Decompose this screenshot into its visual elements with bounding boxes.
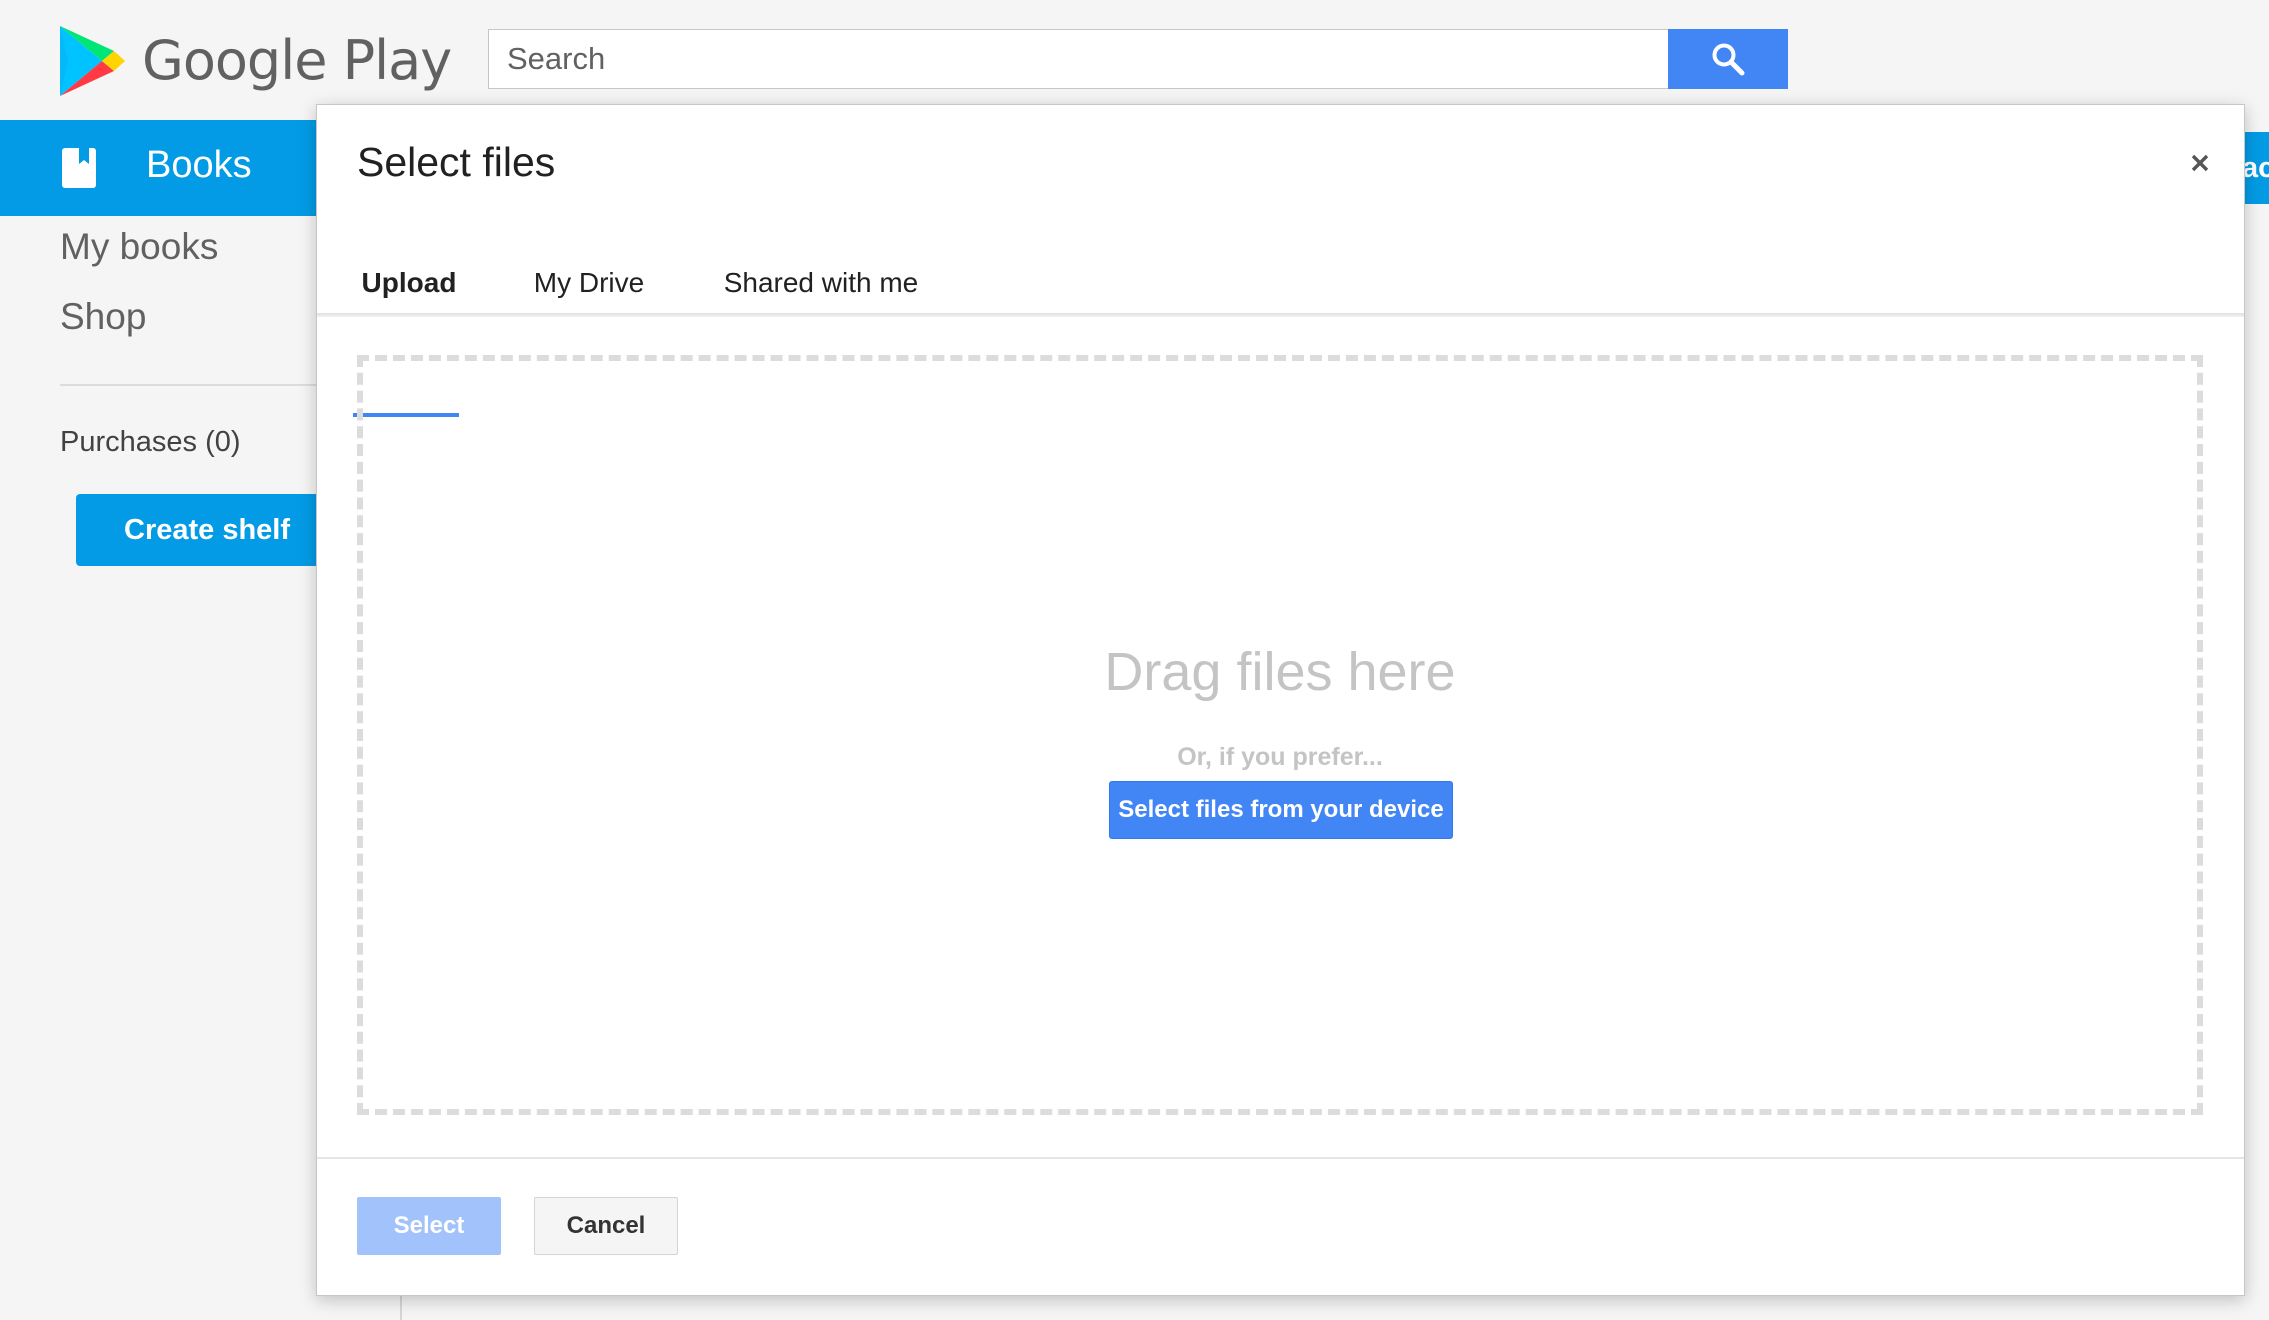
- background-divider: [400, 1296, 402, 1320]
- tab-shared-with-me[interactable]: Shared with me: [703, 249, 939, 317]
- prefer-text: Or, if you prefer...: [1177, 743, 1383, 771]
- create-shelf-button[interactable]: Create shelf: [76, 494, 336, 566]
- sidebar-divider: [60, 384, 330, 386]
- sidebar-item-label: Books: [146, 144, 252, 186]
- cancel-button[interactable]: Cancel: [534, 1197, 678, 1255]
- tab-my-drive[interactable]: My Drive: [519, 249, 659, 317]
- select-files-from-device-button[interactable]: Select files from your device: [1109, 781, 1453, 839]
- magnifier-icon: [1712, 43, 1745, 76]
- sidebar-item-my-books[interactable]: My books: [60, 226, 218, 268]
- sidebar-item-books[interactable]: Books: [0, 120, 330, 216]
- drag-files-text: Drag files here: [1104, 642, 1456, 702]
- sidebar-item-shop[interactable]: Shop: [60, 296, 146, 338]
- tabs-divider: [317, 313, 2244, 317]
- play-logo-icon: [60, 26, 125, 96]
- footer-divider: [317, 1157, 2244, 1159]
- select-files-dialog: Select files Upload My Drive Shared with…: [316, 104, 2245, 1296]
- page: Google Play Books My books Shop Purchase…: [0, 0, 2269, 1320]
- search-input[interactable]: [488, 29, 1670, 89]
- book-icon: [62, 148, 96, 188]
- tab-upload[interactable]: Upload: [355, 249, 463, 317]
- google-play-logo[interactable]: Google Play: [58, 24, 452, 100]
- dialog-title: Select files: [357, 139, 556, 185]
- search-button[interactable]: [1668, 29, 1788, 89]
- sidebar-item-purchases[interactable]: Purchases (0): [60, 426, 241, 459]
- close-button[interactable]: [2180, 143, 2220, 183]
- logo-text: Google Play: [142, 29, 452, 92]
- close-icon: [2191, 154, 2209, 172]
- drop-zone[interactable]: Drag files here Or, if you prefer... Sel…: [357, 355, 2203, 1115]
- select-button[interactable]: Select: [357, 1197, 501, 1255]
